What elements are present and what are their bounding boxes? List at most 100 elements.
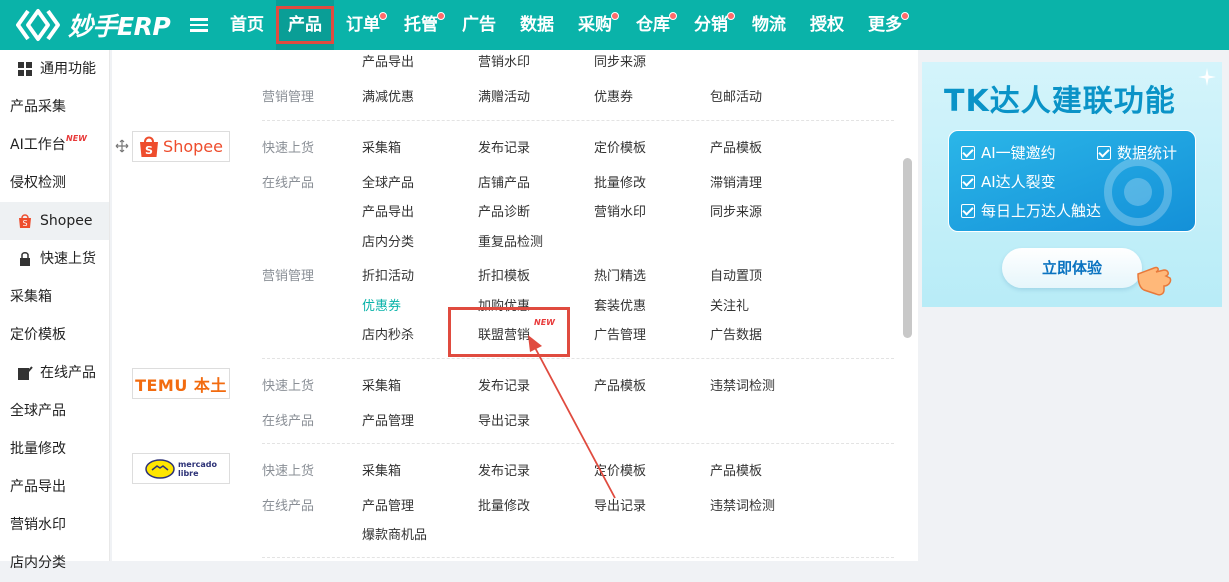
- menu-link[interactable]: 折扣模板: [478, 265, 530, 284]
- sidebar-item-online-products[interactable]: 在线产品: [0, 354, 109, 392]
- menu-link[interactable]: 广告数据: [710, 324, 762, 343]
- move-handle-icon[interactable]: [115, 139, 129, 153]
- sidebar-item-watermark[interactable]: 营销水印: [0, 506, 109, 544]
- nav-item-9[interactable]: 物流: [740, 0, 798, 50]
- nav-item-6[interactable]: 采购: [566, 0, 624, 50]
- sidebar-item-batch-edit[interactable]: 批量修改: [0, 430, 109, 468]
- sidebar-item-label: 产品采集: [10, 99, 66, 115]
- tk-promo-banner[interactable]: TK达人建联功能 AI一键邀约 数据统计 AI达人裂变 每日上万达人触达 立即体…: [922, 62, 1222, 307]
- shopee-bag-icon: S: [140, 136, 159, 157]
- main-nav: 首页 产品 订单 托管 广告 数据 采购 仓库 分销 物流 授权 更多: [218, 0, 914, 50]
- menu-link[interactable]: 采集箱: [362, 375, 401, 394]
- annotation-arrow-icon: [528, 335, 616, 499]
- scrollbar-thumb[interactable]: [903, 158, 912, 338]
- menu-link[interactable]: 产品诊断: [478, 201, 530, 220]
- sidebar-item-label: 店内分类: [10, 555, 66, 571]
- nav-item-7[interactable]: 仓库: [624, 0, 682, 50]
- section-label: 在线产品: [262, 414, 315, 429]
- menu-link[interactable]: 营销水印: [478, 51, 530, 70]
- sidebar-item-pricing-template[interactable]: 定价模板: [0, 316, 109, 354]
- nav-item-10[interactable]: 授权: [798, 0, 856, 50]
- menu-link[interactable]: 优惠券: [594, 86, 633, 105]
- section-label: 营销管理: [262, 90, 315, 105]
- nav-item-11[interactable]: 更多: [856, 0, 914, 50]
- menu-link[interactable]: 采集箱: [362, 460, 401, 479]
- nav-item-1[interactable]: 产品: [276, 0, 334, 50]
- menu-link[interactable]: 套装优惠: [594, 295, 646, 314]
- app-logo[interactable]: 妙手ERP: [16, 8, 171, 42]
- logo-text: TEMU 本土: [135, 375, 227, 395]
- menu-link[interactable]: 同步来源: [594, 51, 646, 70]
- menu-link[interactable]: 产品导出: [362, 201, 414, 220]
- menu-link[interactable]: 产品管理: [362, 495, 414, 514]
- menu-link[interactable]: 同步来源: [710, 201, 762, 220]
- menu-link[interactable]: 满赠活动: [478, 86, 530, 105]
- menu-link[interactable]: 爆款商机品: [362, 524, 427, 543]
- menu-link[interactable]: 店内分类: [362, 231, 414, 250]
- menu-link[interactable]: 定价模板: [594, 137, 646, 156]
- menu-link[interactable]: 包邮活动: [710, 86, 762, 105]
- nav-item-label: 采购: [578, 15, 612, 35]
- menu-link[interactable]: 产品模板: [710, 460, 762, 479]
- sidebar-item-ai-workbench[interactable]: AI工作台 NEW: [0, 126, 109, 164]
- sidebar-item-general[interactable]: 通用功能: [0, 50, 109, 88]
- menu-link[interactable]: 满减优惠: [362, 86, 414, 105]
- checkbox-icon: [961, 175, 975, 189]
- divider: [262, 557, 894, 558]
- notification-dot: [611, 12, 619, 20]
- menu-link[interactable]: 热门精选: [594, 265, 646, 284]
- nav-item-label: 授权: [810, 15, 844, 35]
- handshake-icon: [145, 458, 175, 479]
- nav-item-5[interactable]: 数据: [508, 0, 566, 50]
- menu-link[interactable]: 营销水印: [594, 201, 646, 220]
- menu-link[interactable]: 产品导出: [362, 51, 414, 70]
- nav-item-2[interactable]: 订单: [334, 0, 392, 50]
- menu-link[interactable]: 批量修改: [594, 172, 646, 191]
- menu-link[interactable]: 采集箱: [362, 137, 401, 156]
- menu-link[interactable]: 发布记录: [478, 137, 530, 156]
- logo-text: Shopee: [163, 137, 223, 156]
- menu-link[interactable]: 关注礼: [710, 295, 749, 314]
- nav-item-4[interactable]: 广告: [450, 0, 508, 50]
- sidebar-item-infringement[interactable]: 侵权检测: [0, 164, 109, 202]
- nav-item-0[interactable]: 首页: [218, 0, 276, 50]
- menu-link[interactable]: 违禁词检测: [710, 495, 775, 514]
- menu-link[interactable]: 全球产品: [362, 172, 414, 191]
- edit-doc-icon: [18, 366, 33, 380]
- nav-item-8[interactable]: 分销: [682, 0, 740, 50]
- sidebar-item-shopee[interactable]: S Shopee: [0, 202, 109, 240]
- new-badge: NEW: [66, 134, 87, 143]
- section-label: 快速上货: [262, 379, 315, 394]
- logo-mark-icon: [16, 8, 62, 42]
- menu-link[interactable]: 店内秒杀: [362, 324, 414, 343]
- pointing-hand-icon: [1137, 266, 1172, 296]
- menu-link[interactable]: 产品模板: [710, 137, 762, 156]
- menu-link[interactable]: 自动置顶: [710, 265, 762, 284]
- svg-text:S: S: [22, 219, 27, 228]
- sidebar-item-quick-upload[interactable]: 快速上货: [0, 240, 109, 278]
- target-icon: [1104, 158, 1172, 226]
- sidebar-item-shop-category[interactable]: 店内分类: [0, 544, 109, 582]
- ad-feature: 每日上万达人触达: [961, 200, 1101, 221]
- sidebar-item-global-products[interactable]: 全球产品: [0, 392, 109, 430]
- menu-link[interactable]: 滞销清理: [710, 172, 762, 191]
- sidebar-item-collect[interactable]: 产品采集: [0, 88, 109, 126]
- menu-link[interactable]: 折扣活动: [362, 265, 414, 284]
- notification-dot: [437, 12, 445, 20]
- menu-link[interactable]: 产品管理: [362, 410, 414, 429]
- top-navbar: 妙手ERP 首页 产品 订单 托管 广告 数据 采购 仓库 分销 物流 授权 更多: [0, 0, 1229, 50]
- ad-feature: AI一键邀约: [961, 142, 1056, 163]
- sidebar-item-label: 通用功能: [40, 61, 96, 77]
- temu-logo: TEMU 本土: [132, 368, 230, 399]
- menu-link[interactable]: 店铺产品: [478, 172, 530, 191]
- sidebar-item-label: 批量修改: [10, 441, 66, 457]
- nav-item-3[interactable]: 托管: [392, 0, 450, 50]
- try-now-button[interactable]: 立即体验: [1002, 248, 1142, 288]
- hamburger-menu-icon[interactable]: [190, 15, 208, 33]
- logo-text: mercado: [177, 459, 218, 469]
- menu-link[interactable]: 违禁词检测: [710, 375, 775, 394]
- sidebar-item-collect-box[interactable]: 采集箱: [0, 278, 109, 316]
- sidebar-item-product-export[interactable]: 产品导出: [0, 468, 109, 506]
- menu-link-active[interactable]: 优惠券: [362, 295, 401, 314]
- menu-link[interactable]: 重复品检测: [478, 231, 543, 250]
